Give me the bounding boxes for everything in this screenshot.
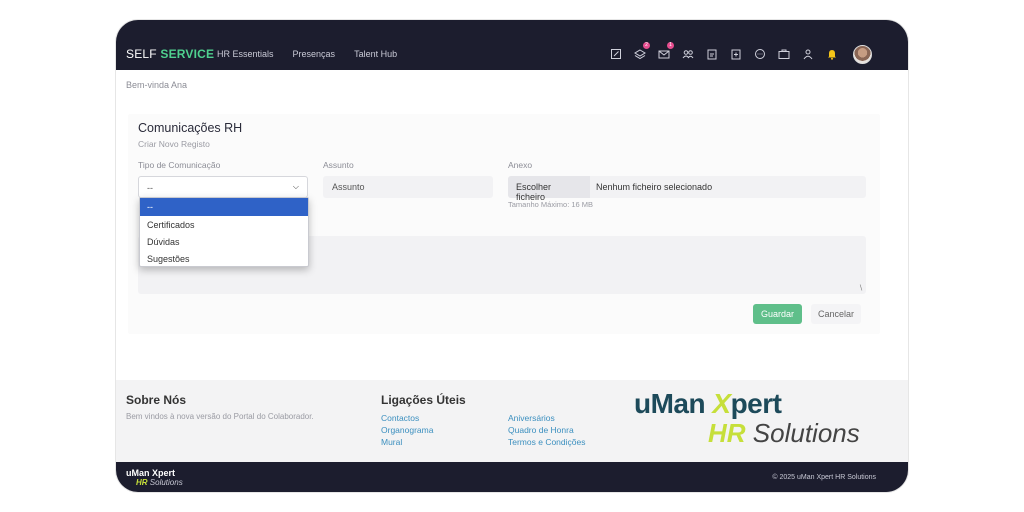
form-subtitle: Criar Novo Registo [138, 139, 210, 149]
nav-talent-hub[interactable]: Talent Hub [354, 49, 397, 59]
nav-hr-essentials[interactable]: HR Essentials [217, 49, 274, 59]
attach-hint: Tamanho Máximo: 16 MB [508, 200, 594, 209]
chat-icon[interactable] [753, 47, 767, 61]
mail-icon[interactable]: 1 [657, 42, 674, 61]
links-col2: Aniversários Quadro de Honra Termos e Co… [508, 412, 585, 448]
link-termos[interactable]: Termos e Condições [508, 436, 585, 448]
mail-badge: 1 [667, 42, 674, 49]
logo-line1: uMan Xpert [634, 388, 782, 419]
type-select-value: -- [147, 183, 153, 193]
links-col1: Contactos Organograma Mural [381, 412, 433, 448]
dropdown-option-empty[interactable]: -- [140, 198, 308, 216]
header-icons: 2 1 [609, 42, 839, 61]
users-icon[interactable] [681, 47, 695, 61]
copyright: © 2025 uMan Xpert HR Solutions [772, 474, 876, 481]
main-nav: HR Essentials Presenças Talent Hub [217, 49, 397, 59]
chevron-down-icon: ⌵ [292, 182, 299, 191]
resize-grip-icon[interactable]: ∖ [859, 284, 863, 292]
save-button[interactable]: Guardar [753, 304, 802, 324]
subject-label: Assunto [323, 160, 354, 170]
dropdown-option-sugestoes[interactable]: Sugestões [140, 250, 308, 267]
mini-logo: uMan Xpert HR Solutions [126, 468, 183, 488]
nav-presencas[interactable]: Presenças [293, 49, 336, 59]
type-select[interactable]: -- ⌵ [138, 176, 308, 198]
footer: Sobre Nós Bem vindos à nova versão do Po… [116, 380, 908, 462]
dropdown-option-duvidas[interactable]: Dúvidas [140, 233, 308, 250]
file-status: Nenhum ficheiro selecionado [596, 182, 713, 192]
choose-file-button[interactable]: Escolher ficheiro [508, 176, 590, 202]
link-aniversarios[interactable]: Aniversários [508, 412, 585, 424]
link-organograma[interactable]: Organograma [381, 424, 433, 436]
avatar[interactable] [853, 45, 872, 64]
clipboard-icon[interactable] [705, 47, 719, 61]
link-contactos[interactable]: Contactos [381, 412, 433, 424]
subject-input[interactable]: Assunto [323, 176, 493, 198]
layers-badge: 2 [643, 42, 650, 49]
brand-part2: SERVICE [160, 47, 215, 61]
bottom-bar: uMan Xpert HR Solutions © 2025 uMan Xper… [116, 462, 908, 492]
briefcase-icon[interactable] [777, 47, 791, 61]
about-text: Bem vindos à nova versão do Portal do Co… [126, 412, 314, 421]
form-title: Comunicações RH [138, 121, 243, 135]
top-navbar: SELF SERVICE HR Essentials Presenças Tal… [116, 20, 908, 70]
cancel-button[interactable]: Cancelar [811, 304, 861, 324]
bell-icon[interactable] [825, 47, 839, 61]
company-logo: uMan Xpert HR Solutions [634, 388, 884, 450]
about-title: Sobre Nós [126, 393, 187, 407]
attach-label: Anexo [508, 160, 533, 170]
link-quadro-de-honra[interactable]: Quadro de Honra [508, 424, 585, 436]
links-title: Ligações Úteis [381, 393, 466, 407]
logo-line2: HR Solutions [708, 418, 860, 448]
edit-icon[interactable] [609, 47, 623, 61]
type-label: Tipo de Comunicação [138, 160, 221, 170]
greeting: Bem-vinda Ana [126, 80, 188, 90]
user-icon[interactable] [801, 47, 815, 61]
plus-clipboard-icon[interactable] [729, 47, 743, 61]
layers-icon[interactable]: 2 [633, 42, 650, 61]
dropdown-option-certificados[interactable]: Certificados [140, 216, 308, 233]
brand-part1: SELF [126, 47, 157, 61]
brand-logo[interactable]: SELF SERVICE [126, 47, 214, 61]
attach-field: Escolher ficheiro Nenhum ficheiro seleci… [508, 176, 866, 202]
type-dropdown-menu: -- Certificados Dúvidas Sugestões [139, 197, 309, 267]
link-mural[interactable]: Mural [381, 436, 433, 448]
